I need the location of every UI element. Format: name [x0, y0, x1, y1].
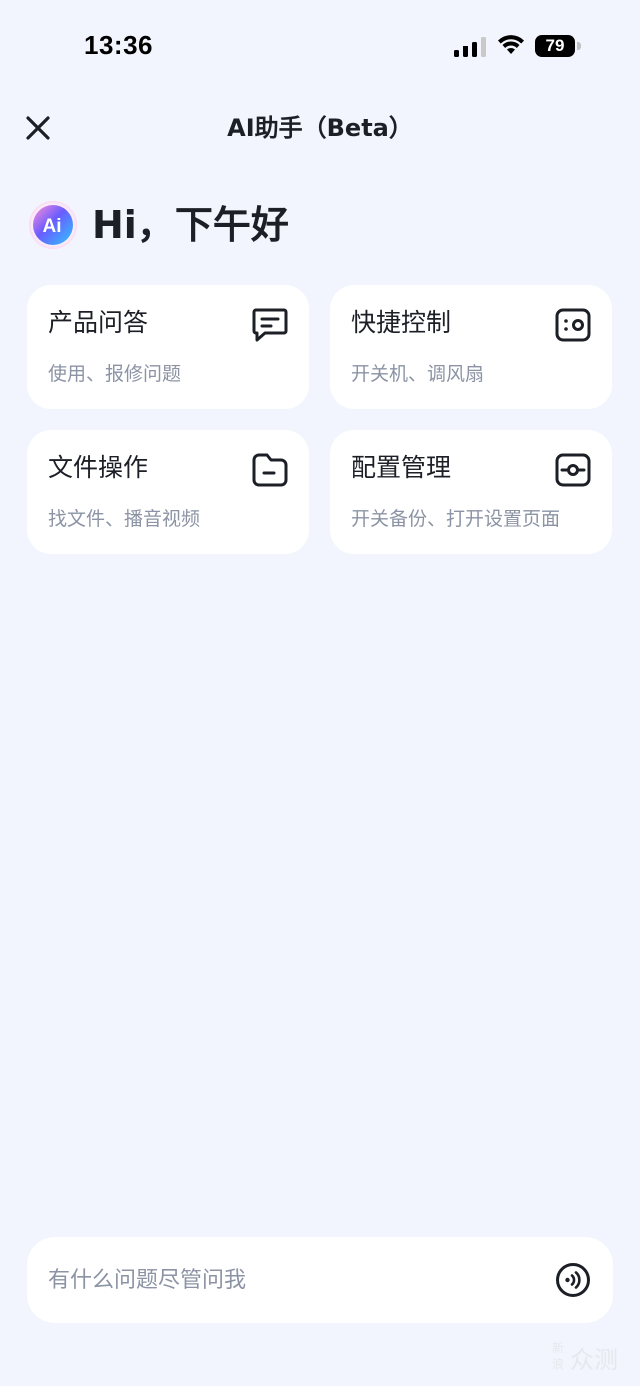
status-bar: 13:36 79: [0, 0, 640, 90]
battery-icon: 79: [535, 35, 581, 57]
ai-assistant-logo-icon: Ai: [29, 201, 77, 249]
ask-input-bar: [27, 1237, 613, 1323]
card-config-management[interactable]: 配置管理 开关备份、打开设置页面: [330, 430, 612, 554]
ask-input[interactable]: [48, 1237, 528, 1323]
card-title: 产品问答: [48, 308, 149, 337]
watermark-small: 新浪: [551, 1341, 564, 1371]
battery-level: 79: [545, 36, 565, 55]
card-product-qa[interactable]: 产品问答 使用、报修问题: [27, 285, 309, 409]
chat-bubble-icon: [252, 308, 288, 342]
ai-logo-text: Ai: [43, 216, 62, 237]
card-title: 配置管理: [351, 453, 452, 482]
card-title: 快捷控制: [351, 308, 452, 337]
wifi-icon: [498, 35, 524, 54]
remote-control-icon: [555, 308, 591, 342]
card-subtitle: 使用、报修问题: [48, 363, 182, 385]
card-title: 文件操作: [48, 453, 149, 482]
page-title: AI助手（Beta）: [227, 114, 413, 142]
battery-cap: [577, 42, 581, 50]
folder-icon: [252, 453, 288, 487]
voice-input-icon[interactable]: [555, 1262, 591, 1298]
card-subtitle: 开关机、调风扇: [351, 363, 485, 385]
card-subtitle: 找文件、播音视频: [48, 508, 201, 530]
greeting-text: Hi，下午好: [92, 203, 289, 247]
settings-toggle-icon: [555, 453, 591, 487]
watermark: 新浪 众测: [548, 1340, 636, 1380]
card-subtitle: 开关备份、打开设置页面: [351, 508, 561, 530]
signal-icon: [454, 37, 486, 57]
card-quick-control[interactable]: 快捷控制 开关机、调风扇: [330, 285, 612, 409]
status-time: 13:36: [84, 30, 153, 60]
card-file-operation[interactable]: 文件操作 找文件、播音视频: [27, 430, 309, 554]
watermark-text: 众测: [570, 1346, 618, 1374]
